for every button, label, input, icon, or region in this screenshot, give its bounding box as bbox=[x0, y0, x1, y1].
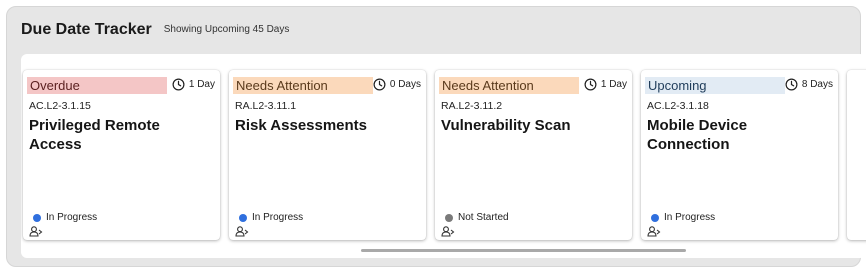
status-dot bbox=[445, 213, 453, 222]
clock-icon bbox=[172, 78, 185, 91]
progress-label: In Progress bbox=[46, 212, 98, 223]
days-label: 8 Days bbox=[801, 79, 833, 90]
status-badge: Needs Attention bbox=[233, 77, 373, 94]
task-card[interactable]: Needs Attention 0 Days RA.L2-3.11.1 Risk… bbox=[229, 70, 426, 240]
status-badge: Upcoming bbox=[645, 77, 785, 94]
days-label: 1 Day bbox=[600, 79, 627, 90]
task-card[interactable]: Needs Attention 1 Day RA.L2-3.11.2 Vulne… bbox=[435, 70, 632, 240]
assignee-icon[interactable] bbox=[441, 226, 455, 237]
panel-header: Due Date Tracker Showing Upcoming 45 Day… bbox=[21, 21, 289, 39]
clock-icon bbox=[373, 78, 386, 91]
progress-label: Not Started bbox=[458, 212, 509, 223]
control-name[interactable]: Mobile Device Connection bbox=[647, 116, 827, 154]
days-label: 0 Days bbox=[389, 79, 421, 90]
assignee-icon[interactable] bbox=[647, 226, 661, 237]
task-card-partial[interactable] bbox=[847, 70, 866, 240]
task-card[interactable]: Upcoming 8 Days AC.L2-3.1.18 Mobile Devi… bbox=[641, 70, 838, 240]
task-card[interactable]: Overdue 1 Day AC.L2-3.1.15 Privileged Re… bbox=[23, 70, 220, 240]
clock-icon bbox=[584, 78, 597, 91]
control-name[interactable]: Risk Assessments bbox=[235, 116, 415, 135]
control-code: RA.L2-3.11.1 bbox=[235, 100, 297, 112]
progress-status: In Progress bbox=[239, 212, 303, 223]
days-remaining: 0 Days bbox=[373, 78, 421, 91]
panel-title: Due Date Tracker bbox=[21, 21, 152, 38]
days-remaining: 1 Day bbox=[584, 78, 627, 91]
control-code: RA.L2-3.11.2 bbox=[441, 100, 503, 112]
status-dot bbox=[33, 213, 41, 222]
control-code: AC.L2-3.1.18 bbox=[647, 100, 709, 112]
control-name[interactable]: Privileged Remote Access bbox=[29, 116, 209, 154]
control-code: AC.L2-3.1.15 bbox=[29, 100, 91, 112]
clock-icon bbox=[785, 78, 798, 91]
panel-subtitle: Showing Upcoming 45 Days bbox=[163, 24, 290, 35]
due-date-tracker-panel: Due Date Tracker Showing Upcoming 45 Day… bbox=[6, 6, 866, 267]
control-name[interactable]: Vulnerability Scan bbox=[441, 116, 621, 135]
progress-status: In Progress bbox=[651, 212, 715, 223]
horizontal-scrollbar[interactable] bbox=[361, 249, 686, 252]
progress-status: In Progress bbox=[33, 212, 97, 223]
progress-status: Not Started bbox=[445, 212, 509, 223]
progress-label: In Progress bbox=[664, 212, 716, 223]
assignee-icon[interactable] bbox=[235, 226, 249, 237]
cards-carousel[interactable]: Overdue 1 Day AC.L2-3.1.15 Privileged Re… bbox=[21, 54, 866, 258]
status-dot bbox=[651, 213, 659, 222]
days-remaining: 8 Days bbox=[785, 78, 833, 91]
days-remaining: 1 Day bbox=[172, 78, 215, 91]
status-badge: Needs Attention bbox=[439, 77, 579, 94]
status-badge: Overdue bbox=[27, 77, 167, 94]
progress-label: In Progress bbox=[252, 212, 304, 223]
assignee-icon[interactable] bbox=[29, 226, 43, 237]
status-dot bbox=[239, 213, 247, 222]
days-label: 1 Day bbox=[188, 79, 215, 90]
